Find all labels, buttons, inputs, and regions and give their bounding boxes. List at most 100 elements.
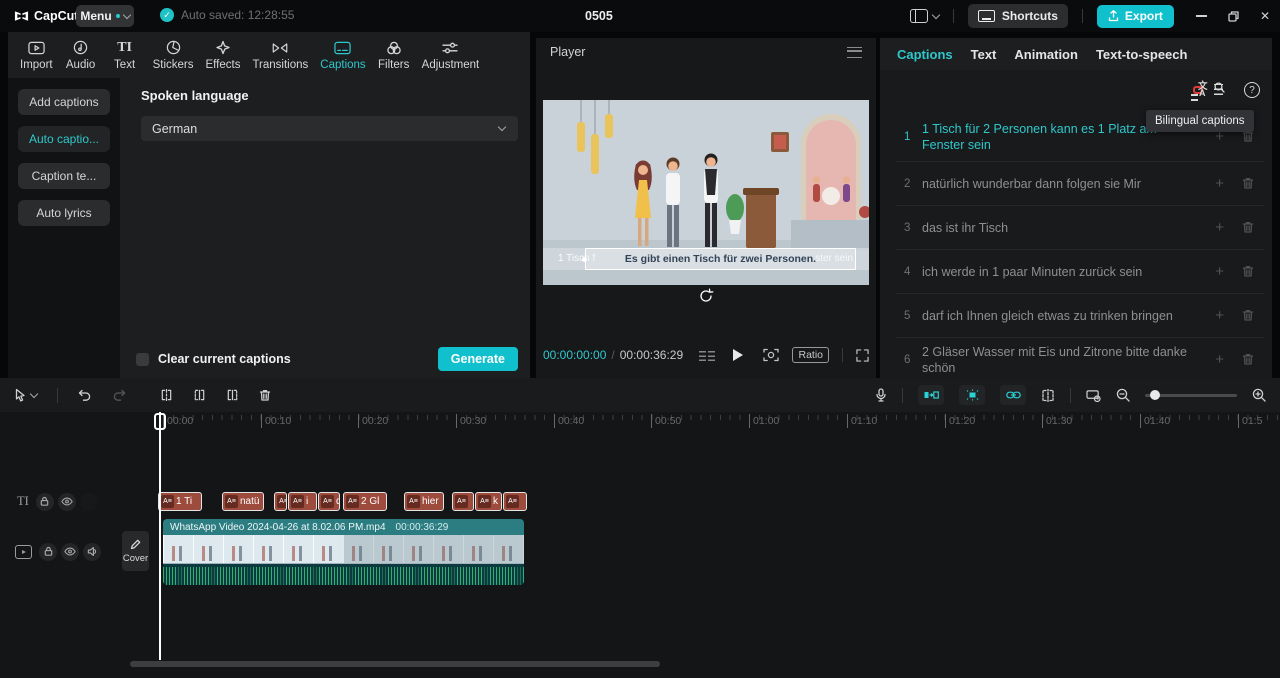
export-button[interactable]: Export: [1096, 4, 1174, 28]
tab[interactable]: Animation: [1014, 47, 1078, 62]
caption-row[interactable]: 4 ich werde in 1 paar Minuten zurück sei…: [896, 250, 1264, 294]
toolbar-item-adjustment[interactable]: Adjustment: [422, 39, 479, 71]
left-panel: Import Audio TI Text Stickers Effects Tr…: [8, 32, 530, 378]
caption-drag-handle[interactable]: [582, 257, 587, 262]
caption-row[interactable]: 3 das ist ihr Tisch +: [896, 206, 1264, 250]
search-captions-icon[interactable]: [1214, 82, 1233, 98]
split-icon[interactable]: [160, 389, 173, 401]
playhead-line[interactable]: [159, 412, 161, 660]
caption-number: 5: [904, 309, 911, 322]
caption-row[interactable]: 6 2 Gläser Wasser mit Eis und Zitrone bi…: [896, 338, 1264, 378]
toolbar-item-stickers[interactable]: Stickers: [153, 39, 194, 71]
delete-right-icon[interactable]: [226, 389, 239, 401]
toolbar-item-import[interactable]: Import: [20, 39, 53, 71]
close-button[interactable]: ✕: [1260, 10, 1270, 22]
clear-captions-label: Clear current captions: [158, 352, 291, 366]
select-tool[interactable]: [14, 388, 39, 402]
update-dot: [115, 14, 120, 18]
caption-clip[interactable]: A≡: [452, 492, 474, 511]
rotate-handle[interactable]: [698, 288, 714, 304]
delete-left-icon[interactable]: [193, 389, 206, 401]
toggle-track-visibility-icon[interactable]: [61, 542, 79, 561]
toolbar-item-audio[interactable]: Audio: [65, 39, 97, 71]
snapping-toggle[interactable]: [959, 385, 985, 405]
timeline-preview-icon[interactable]: [1086, 389, 1101, 402]
restore-button[interactable]: [1228, 10, 1239, 22]
caption-clip[interactable]: A≡ 1 Ti: [158, 492, 202, 511]
redo-icon[interactable]: [112, 389, 126, 401]
total-duration: 00:00:36:29: [619, 348, 684, 362]
toolbar-item-filters[interactable]: Filters: [378, 39, 410, 71]
undo-icon[interactable]: [78, 389, 92, 401]
caption-row[interactable]: 2 natürlich wunderbar dann folgen sie Mi…: [896, 162, 1264, 206]
caption-clip[interactable]: A≡ d: [318, 492, 340, 511]
add-caption-icon[interactable]: +: [1215, 307, 1224, 324]
ratio-button[interactable]: Ratio: [792, 347, 829, 363]
player-menu-icon[interactable]: [847, 46, 862, 58]
cover-button[interactable]: Cover: [122, 531, 149, 571]
toolbar-item-effects[interactable]: Effects: [206, 39, 240, 71]
play-button[interactable]: [733, 349, 744, 361]
focus-icon[interactable]: [763, 348, 780, 362]
sidebar-item[interactable]: Caption te...: [18, 163, 110, 189]
tab[interactable]: Captions: [897, 47, 953, 62]
timeline-ruler[interactable]: 00:00 00:10 00:20 00:30 00:40 00:50 01:00 01:10…: [0, 412, 1280, 432]
lock-track-icon[interactable]: [39, 542, 57, 561]
record-voiceover-icon[interactable]: [875, 388, 887, 402]
chevron-down-icon: [122, 10, 131, 19]
caption-badge-icon: A≡: [277, 495, 286, 508]
caption-clip[interactable]: A≡ natü: [222, 492, 264, 511]
caption-clip[interactable]: A≡ hier: [404, 492, 444, 511]
timeline-zoom-slider[interactable]: [1145, 390, 1237, 400]
sidebar-item[interactable]: Auto captio...: [18, 126, 110, 152]
tab[interactable]: Text-to-speech: [1096, 47, 1188, 62]
player-caption-text: Es gibt einen Tisch für zwei Personen.: [624, 253, 817, 265]
toolbar-item-transitions[interactable]: Transitions: [252, 39, 308, 71]
add-caption-icon[interactable]: +: [1215, 219, 1224, 236]
add-caption-icon[interactable]: +: [1215, 175, 1224, 192]
generate-button[interactable]: Generate: [437, 347, 518, 371]
toolbar-item-captions[interactable]: Captions: [320, 39, 366, 71]
add-caption-icon[interactable]: +: [1215, 263, 1224, 280]
magnetism-toggle[interactable]: [918, 385, 944, 405]
minimize-button[interactable]: [1195, 15, 1207, 17]
player-caption-box[interactable]: Es gibt einen Tisch für zwei Personen.: [585, 248, 856, 270]
help-icon[interactable]: ?: [1244, 82, 1260, 98]
clear-captions-checkbox[interactable]: [136, 352, 149, 366]
zoom-out-icon[interactable]: [1116, 388, 1130, 402]
fullscreen-icon[interactable]: [856, 348, 869, 362]
layout-button[interactable]: [909, 9, 941, 23]
sidebar-item[interactable]: Auto lyrics: [18, 200, 110, 226]
zoom-in-icon[interactable]: [1252, 388, 1266, 402]
sidebar-item[interactable]: Add captions: [18, 89, 110, 115]
ruler-tick-label: 00:20: [358, 414, 388, 428]
playhead-handle[interactable]: [154, 413, 166, 430]
frame-view-icon[interactable]: [699, 349, 716, 361]
horizontal-scrollbar[interactable]: [130, 661, 660, 667]
caption-row[interactable]: 5 darf ich Ihnen gleich etwas zu trinken…: [896, 294, 1264, 338]
caption-clip[interactable]: A≡ 2 Gl: [343, 492, 387, 511]
shortcuts-button[interactable]: Shortcuts: [967, 4, 1068, 28]
delete-caption-icon[interactable]: [1242, 309, 1254, 322]
toolbar-item-text[interactable]: TI Text: [109, 39, 141, 71]
tab[interactable]: Text: [971, 47, 997, 62]
caption-clip[interactable]: A≡ k: [475, 492, 502, 511]
delete-caption-icon[interactable]: [1242, 177, 1254, 190]
caption-clip[interactable]: A≡: [503, 492, 527, 511]
menu-button[interactable]: Menu: [76, 5, 134, 27]
caption-clip[interactable]: A≡ i: [288, 492, 317, 511]
zoom-slider-knob[interactable]: [1150, 390, 1160, 400]
preview-axis-icon[interactable]: [1041, 388, 1055, 402]
add-caption-icon[interactable]: +: [1215, 351, 1224, 368]
caption-clip[interactable]: A≡: [274, 492, 287, 511]
video-preview[interactable]: 1 Tisch f ster sein Es gibt einen Tisch …: [543, 100, 869, 285]
delete-caption-icon[interactable]: [1242, 265, 1254, 278]
delete-icon[interactable]: [259, 389, 271, 402]
linking-toggle[interactable]: [1000, 385, 1026, 405]
video-clip[interactable]: WhatsApp Video 2024-04-26 at 8.02.06 PM.…: [163, 519, 524, 585]
speaker-icon[interactable]: [83, 542, 101, 561]
divider: [842, 348, 843, 362]
language-select[interactable]: German: [141, 116, 518, 141]
delete-caption-icon[interactable]: [1242, 221, 1254, 234]
delete-caption-icon[interactable]: [1242, 353, 1254, 366]
